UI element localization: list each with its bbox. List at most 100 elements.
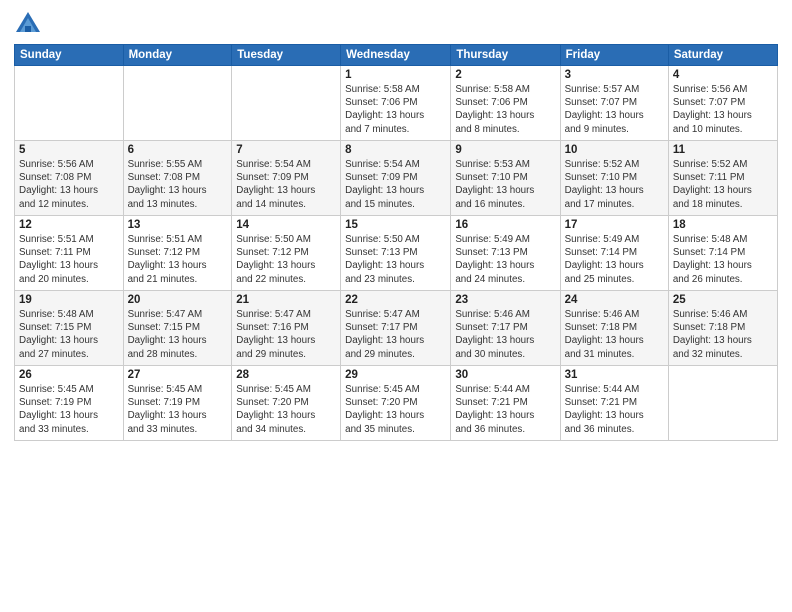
day-header: Thursday xyxy=(451,45,560,66)
day-cell: 13 Sunrise: 5:51 AM Sunset: 7:12 PM Dayli… xyxy=(123,216,232,291)
logo-icon xyxy=(14,10,42,38)
day-info: Sunrise: 5:50 AM Sunset: 7:13 PM Dayligh… xyxy=(345,233,446,286)
day-cell: 4 Sunrise: 5:56 AM Sunset: 7:07 PM Daylig… xyxy=(668,66,777,141)
day-info: Sunrise: 5:47 AM Sunset: 7:15 PM Dayligh… xyxy=(128,308,228,361)
day-number: 10 xyxy=(565,144,664,156)
day-number: 7 xyxy=(236,144,336,156)
day-cell xyxy=(232,66,341,141)
day-cell: 1Sunrise: 5:58 AM Sunset: 7:06 PM Daylig… xyxy=(341,66,451,141)
day-number: 13 xyxy=(128,219,228,231)
day-number: 6 xyxy=(128,144,228,156)
day-cell: 27 Sunrise: 5:45 AM Sunset: 7:19 PM Dayli… xyxy=(123,366,232,441)
logo xyxy=(14,10,45,38)
day-cell: 28 Sunrise: 5:45 AM Sunset: 7:20 PM Dayli… xyxy=(232,366,341,441)
day-cell: 24 Sunrise: 5:46 AM Sunset: 7:18 PM Dayli… xyxy=(560,291,668,366)
day-number: 16 xyxy=(455,219,555,231)
week-row: 5 Sunrise: 5:56 AM Sunset: 7:08 PM Daylig… xyxy=(15,141,778,216)
header xyxy=(14,10,778,38)
day-header: Tuesday xyxy=(232,45,341,66)
day-number: 25 xyxy=(673,294,773,306)
day-info: Sunrise: 5:56 AM Sunset: 7:08 PM Dayligh… xyxy=(19,158,119,211)
day-info: Sunrise: 5:51 AM Sunset: 7:11 PM Dayligh… xyxy=(19,233,119,286)
header-row: SundayMondayTuesdayWednesdayThursdayFrid… xyxy=(15,45,778,66)
day-number: 21 xyxy=(236,294,336,306)
day-info: Sunrise: 5:52 AM Sunset: 7:10 PM Dayligh… xyxy=(565,158,664,211)
day-number: 29 xyxy=(345,369,446,381)
day-info: Sunrise: 5:55 AM Sunset: 7:08 PM Dayligh… xyxy=(128,158,228,211)
day-number: 18 xyxy=(673,219,773,231)
day-header: Saturday xyxy=(668,45,777,66)
day-cell xyxy=(668,366,777,441)
day-cell: 19Sunrise: 5:48 AM Sunset: 7:15 PM Dayli… xyxy=(15,291,124,366)
day-info: Sunrise: 5:46 AM Sunset: 7:17 PM Dayligh… xyxy=(455,308,555,361)
day-info: Sunrise: 5:49 AM Sunset: 7:14 PM Dayligh… xyxy=(565,233,664,286)
week-row: 26 Sunrise: 5:45 AM Sunset: 7:19 PM Dayli… xyxy=(15,366,778,441)
day-cell: 26 Sunrise: 5:45 AM Sunset: 7:19 PM Dayli… xyxy=(15,366,124,441)
day-number: 23 xyxy=(455,294,555,306)
day-cell: 2 Sunrise: 5:58 AM Sunset: 7:06 PM Daylig… xyxy=(451,66,560,141)
day-info: Sunrise: 5:53 AM Sunset: 7:10 PM Dayligh… xyxy=(455,158,555,211)
day-number: 3 xyxy=(565,69,664,81)
day-number: 11 xyxy=(673,144,773,156)
day-cell: 10 Sunrise: 5:52 AM Sunset: 7:10 PM Dayli… xyxy=(560,141,668,216)
day-info: Sunrise: 5:47 AM Sunset: 7:16 PM Dayligh… xyxy=(236,308,336,361)
day-cell: 29 Sunrise: 5:45 AM Sunset: 7:20 PM Dayli… xyxy=(341,366,451,441)
page: SundayMondayTuesdayWednesdayThursdayFrid… xyxy=(0,0,792,612)
day-cell: 17 Sunrise: 5:49 AM Sunset: 7:14 PM Dayli… xyxy=(560,216,668,291)
day-number: 27 xyxy=(128,369,228,381)
day-info: Sunrise: 5:45 AM Sunset: 7:19 PM Dayligh… xyxy=(128,383,228,436)
day-cell: 23 Sunrise: 5:46 AM Sunset: 7:17 PM Dayli… xyxy=(451,291,560,366)
day-cell: 8 Sunrise: 5:54 AM Sunset: 7:09 PM Daylig… xyxy=(341,141,451,216)
day-cell: 31 Sunrise: 5:44 AM Sunset: 7:21 PM Dayli… xyxy=(560,366,668,441)
day-info: Sunrise: 5:47 AM Sunset: 7:17 PM Dayligh… xyxy=(345,308,446,361)
day-info: Sunrise: 5:48 AM Sunset: 7:14 PM Dayligh… xyxy=(673,233,773,286)
day-number: 17 xyxy=(565,219,664,231)
day-info: Sunrise: 5:45 AM Sunset: 7:20 PM Dayligh… xyxy=(236,383,336,436)
day-number: 31 xyxy=(565,369,664,381)
day-info: Sunrise: 5:57 AM Sunset: 7:07 PM Dayligh… xyxy=(565,83,664,136)
day-number: 9 xyxy=(455,144,555,156)
day-cell: 16 Sunrise: 5:49 AM Sunset: 7:13 PM Dayli… xyxy=(451,216,560,291)
day-info: Sunrise: 5:48 AM Sunset: 7:15 PM Dayligh… xyxy=(19,308,119,361)
day-number: 14 xyxy=(236,219,336,231)
day-info: Sunrise: 5:50 AM Sunset: 7:12 PM Dayligh… xyxy=(236,233,336,286)
day-cell xyxy=(15,66,124,141)
day-cell: 25Sunrise: 5:46 AM Sunset: 7:18 PM Dayli… xyxy=(668,291,777,366)
day-cell: 30Sunrise: 5:44 AM Sunset: 7:21 PM Dayli… xyxy=(451,366,560,441)
day-number: 5 xyxy=(19,144,119,156)
day-cell: 18 Sunrise: 5:48 AM Sunset: 7:14 PM Dayli… xyxy=(668,216,777,291)
day-info: Sunrise: 5:45 AM Sunset: 7:19 PM Dayligh… xyxy=(19,383,119,436)
week-row: 1Sunrise: 5:58 AM Sunset: 7:06 PM Daylig… xyxy=(15,66,778,141)
day-cell: 6 Sunrise: 5:55 AM Sunset: 7:08 PM Daylig… xyxy=(123,141,232,216)
day-number: 2 xyxy=(455,69,555,81)
day-info: Sunrise: 5:58 AM Sunset: 7:06 PM Dayligh… xyxy=(345,83,446,136)
day-number: 4 xyxy=(673,69,773,81)
day-cell xyxy=(123,66,232,141)
day-cell: 22Sunrise: 5:47 AM Sunset: 7:17 PM Dayli… xyxy=(341,291,451,366)
day-info: Sunrise: 5:58 AM Sunset: 7:06 PM Dayligh… xyxy=(455,83,555,136)
day-cell: 3 Sunrise: 5:57 AM Sunset: 7:07 PM Daylig… xyxy=(560,66,668,141)
day-header: Sunday xyxy=(15,45,124,66)
day-info: Sunrise: 5:46 AM Sunset: 7:18 PM Dayligh… xyxy=(565,308,664,361)
day-info: Sunrise: 5:45 AM Sunset: 7:20 PM Dayligh… xyxy=(345,383,446,436)
day-info: Sunrise: 5:56 AM Sunset: 7:07 PM Dayligh… xyxy=(673,83,773,136)
day-info: Sunrise: 5:51 AM Sunset: 7:12 PM Dayligh… xyxy=(128,233,228,286)
day-info: Sunrise: 5:54 AM Sunset: 7:09 PM Dayligh… xyxy=(345,158,446,211)
calendar: SundayMondayTuesdayWednesdayThursdayFrid… xyxy=(14,44,778,441)
day-cell: 20 Sunrise: 5:47 AM Sunset: 7:15 PM Dayli… xyxy=(123,291,232,366)
day-number: 24 xyxy=(565,294,664,306)
day-info: Sunrise: 5:49 AM Sunset: 7:13 PM Dayligh… xyxy=(455,233,555,286)
day-number: 15 xyxy=(345,219,446,231)
day-number: 20 xyxy=(128,294,228,306)
day-number: 26 xyxy=(19,369,119,381)
day-info: Sunrise: 5:44 AM Sunset: 7:21 PM Dayligh… xyxy=(565,383,664,436)
week-row: 19Sunrise: 5:48 AM Sunset: 7:15 PM Dayli… xyxy=(15,291,778,366)
day-number: 8 xyxy=(345,144,446,156)
day-header: Monday xyxy=(123,45,232,66)
day-header: Friday xyxy=(560,45,668,66)
day-info: Sunrise: 5:52 AM Sunset: 7:11 PM Dayligh… xyxy=(673,158,773,211)
day-number: 28 xyxy=(236,369,336,381)
day-cell: 9 Sunrise: 5:53 AM Sunset: 7:10 PM Daylig… xyxy=(451,141,560,216)
day-number: 12 xyxy=(19,219,119,231)
day-cell: 5 Sunrise: 5:56 AM Sunset: 7:08 PM Daylig… xyxy=(15,141,124,216)
